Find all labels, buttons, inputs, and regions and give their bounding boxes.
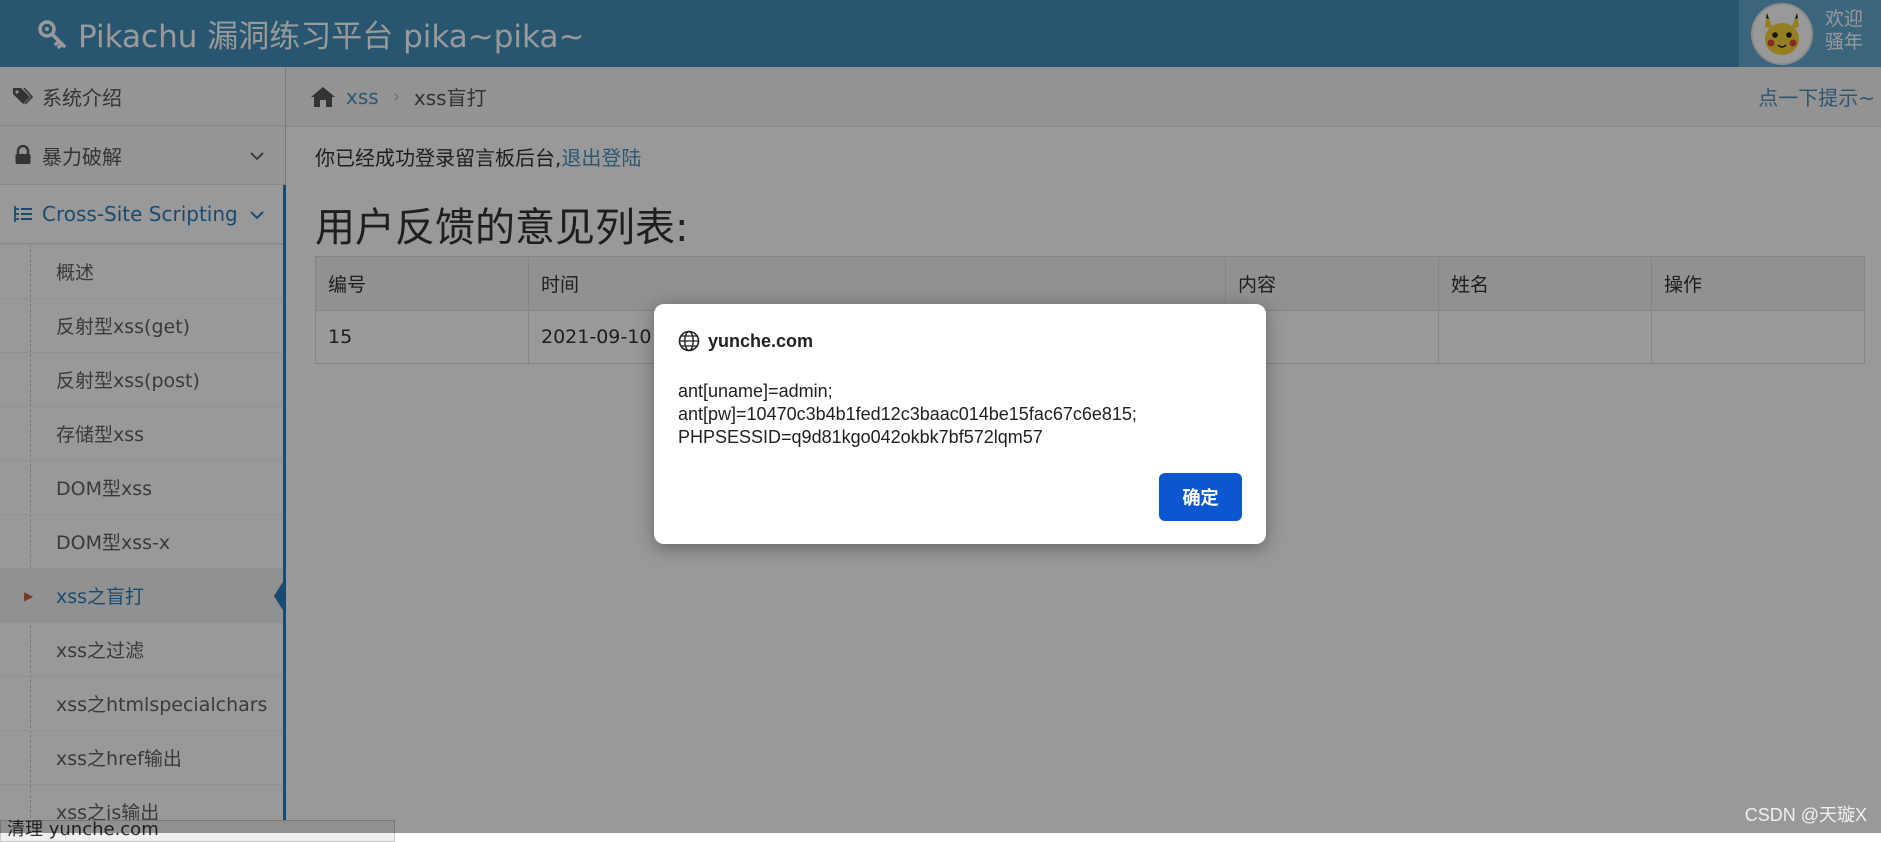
watermark: CSDN @天璇X — [1744, 805, 1867, 825]
dialog-message-line: ant[uname]=admin; — [678, 381, 833, 401]
dialog-message: ant[uname]=admin; ant[pw]=10470c3b4b1fed… — [678, 380, 1137, 449]
dialog-header: yunche.com — [678, 330, 813, 352]
dialog-message-line: PHPSESSID=q9d81kgo042okbk7bf572lqm57 — [678, 427, 1043, 447]
globe-icon — [678, 330, 700, 352]
dialog-origin: yunche.com — [708, 330, 814, 351]
ok-button[interactable]: 确定 — [1159, 473, 1242, 521]
alert-dialog: yunche.com ant[uname]=admin; ant[pw]=104… — [654, 304, 1266, 544]
dialog-message-line: ant[pw]=10470c3b4b1fed12c3baac014be15fac… — [678, 404, 1137, 424]
